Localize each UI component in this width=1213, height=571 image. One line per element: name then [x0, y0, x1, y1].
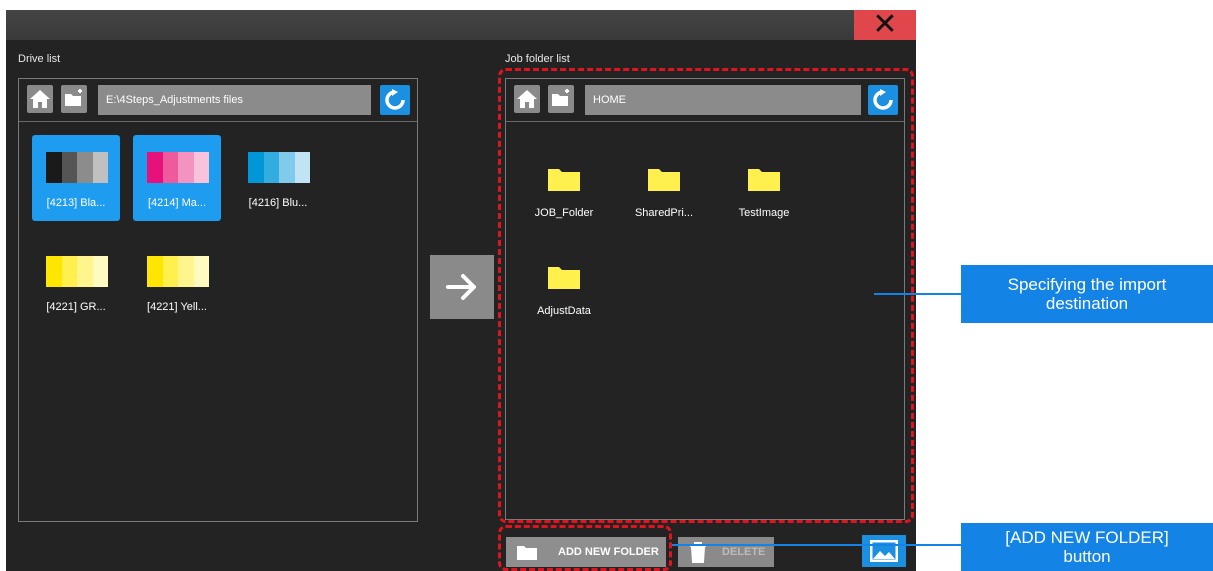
swatch-patch	[178, 256, 194, 287]
swatch-patch	[61, 152, 77, 183]
color-swatch-thumbnail	[46, 152, 108, 183]
drive-item-label: [4214] Ma...	[147, 197, 207, 209]
swatch-patch	[193, 256, 209, 287]
refresh-icon	[385, 89, 405, 110]
swatch-patch	[178, 152, 194, 183]
drive-item[interactable]: [4213] Bla...	[32, 135, 120, 221]
drive-item[interactable]: [4221] Yell...	[133, 239, 221, 325]
drive-list-panel: E:\4Steps_Adjustments files [4213] Bla..…	[18, 78, 418, 522]
callout-line-2: button	[1063, 547, 1111, 566]
drive-item[interactable]: [4221] GR...	[32, 239, 120, 325]
swatch-patch	[279, 152, 295, 183]
swatch-patch	[248, 152, 264, 183]
arrow-right-icon	[446, 274, 476, 300]
job-folder-list-label: Job folder list	[505, 53, 570, 65]
color-swatch-thumbnail	[147, 152, 209, 183]
transfer-arrow-button[interactable]	[430, 255, 494, 319]
add-folder-callout: [ADD NEW FOLDER] button	[961, 523, 1213, 571]
drive-item-label: [4216] Blu...	[248, 197, 308, 209]
swatch-patch	[77, 256, 93, 287]
home-button[interactable]	[27, 85, 53, 113]
drive-item-label: [4221] Yell...	[147, 301, 207, 313]
delete-label: DELETE	[722, 546, 766, 558]
image-view-button[interactable]	[862, 535, 906, 567]
drive-list-label: Drive list	[18, 53, 61, 65]
home-icon	[30, 90, 50, 108]
color-swatch-thumbnail	[147, 256, 209, 287]
drive-item[interactable]: [4216] Blu...	[234, 135, 322, 221]
swatch-patch	[46, 256, 62, 287]
import-callout-leader	[874, 293, 961, 295]
addfolder-callout-leader	[672, 544, 961, 546]
folder-open-icon	[65, 89, 82, 106]
swatch-patch	[46, 152, 62, 183]
swatch-patch	[92, 152, 108, 183]
swatch-patch	[162, 152, 178, 183]
delete-button[interactable]: DELETE	[678, 537, 774, 567]
drive-path-field[interactable]: E:\4Steps_Adjustments files	[98, 85, 371, 115]
close-button[interactable]: ✕	[854, 10, 916, 40]
swatch-patch	[92, 256, 108, 287]
swatch-patch	[147, 152, 163, 183]
import-destination-callout: Specifying the import destination	[961, 265, 1213, 323]
swatch-patch	[147, 256, 163, 287]
swatch-patch	[294, 152, 310, 183]
callout-line-1: Specifying the import	[1007, 275, 1167, 294]
open-folder-button[interactable]	[61, 85, 87, 113]
swatch-patch	[193, 152, 209, 183]
job-folder-highlight	[498, 68, 914, 523]
drive-item-label: [4221] GR...	[46, 301, 106, 313]
swatch-patch	[263, 152, 279, 183]
swatch-patch	[162, 256, 178, 287]
color-swatch-thumbnail	[248, 152, 310, 183]
swatch-patch	[77, 152, 93, 183]
drive-refresh-button[interactable]	[380, 85, 410, 115]
callout-line-2: destination	[1045, 294, 1129, 313]
drive-toolbar: E:\4Steps_Adjustments files	[19, 79, 417, 122]
color-swatch-thumbnail	[46, 256, 108, 287]
callout-line-1: [ADD NEW FOLDER]	[1005, 528, 1169, 547]
add-folder-highlight	[498, 525, 672, 571]
swatch-patch	[61, 256, 77, 287]
drive-item-label: [4213] Bla...	[46, 197, 106, 209]
drive-item[interactable]: [4214] Ma...	[133, 135, 221, 221]
title-bar: ✕	[6, 10, 916, 40]
